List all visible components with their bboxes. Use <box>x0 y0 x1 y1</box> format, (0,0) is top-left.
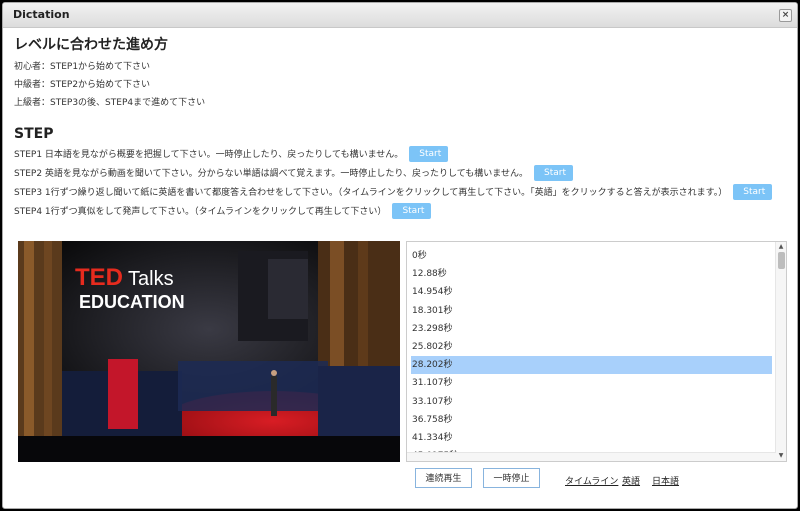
title-bar: Dictation × <box>3 3 797 28</box>
continuous-play-button[interactable]: 連続再生 <box>415 468 472 488</box>
timeline-item[interactable]: 36.758秒 <box>412 411 772 429</box>
level-beginner: 初心者：STEP1から始めて下さい <box>14 62 151 72</box>
pause-button[interactable]: 一時停止 <box>483 468 540 488</box>
scrollbar[interactable]: ▲ ▼ <box>775 242 786 461</box>
video-player[interactable]: TED Talks EDUCATION <box>18 241 400 462</box>
step-2: STEP2 英語を見ながら動画を聞いて下さい。分からない単語は調べて覚えます。一… <box>14 163 787 182</box>
timeline-item[interactable]: 18.301秒 <box>412 302 772 320</box>
scrollbar-thumb[interactable] <box>778 252 785 269</box>
dialog-title: Dictation <box>13 8 70 21</box>
level-advanced: 上級者：STEP3の後、STEP4まで進めて下さい <box>14 98 206 108</box>
step-heading: STEP <box>14 126 54 142</box>
timeline-item[interactable]: 41.334秒 <box>412 429 772 447</box>
step-4: STEP4 1行ずつ真似をして発声して下さい。（タイムラインをクリックして再生し… <box>14 201 787 220</box>
ted-logo-text: TED <box>75 264 123 291</box>
scroll-down-icon[interactable]: ▼ <box>777 452 785 460</box>
step-1: STEP1 日本語を見ながら概要を把握して下さい。一時停止したり、戻ったりしても… <box>14 144 787 163</box>
step-1-text: STEP1 日本語を見ながら概要を把握して下さい。一時停止したり、戻ったりしても… <box>14 150 404 160</box>
timeline-item[interactable]: 28.202秒 <box>411 356 772 375</box>
video-frame: TED Talks EDUCATION <box>18 241 400 462</box>
step-4-start-button[interactable]: Start <box>392 202 432 219</box>
step-1-start-button[interactable]: Start <box>409 145 449 162</box>
timeline-item[interactable]: 31.107秒 <box>412 374 772 392</box>
close-icon[interactable]: × <box>779 9 792 22</box>
timeline-item[interactable]: 14.954秒 <box>412 283 772 301</box>
timeline-link[interactable]: タイムライン <box>565 474 618 487</box>
scroll-up-icon[interactable]: ▲ <box>777 243 785 251</box>
step-3: STEP3 1行ずつ繰り返し聞いて紙に英語を書いて都度答え合わせをして下さい。（… <box>14 182 787 201</box>
step-2-text: STEP2 英語を見ながら動画を聞いて下さい。分からない単語は調べて覚えます。一… <box>14 169 529 179</box>
timeline-item[interactable]: 12.88秒 <box>412 265 772 283</box>
step-3-text: STEP3 1行ずつ繰り返し聞いて紙に英語を書いて都度答え合わせをして下さい。（… <box>14 188 728 198</box>
levels-heading: レベルに合わせた進め方 <box>14 37 168 53</box>
step-3-start-button[interactable]: Start <box>733 183 773 200</box>
step-4-text: STEP4 1行ずつ真似をして発声して下さい。（タイムラインをクリックして再生し… <box>14 207 387 217</box>
instructions: レベルに合わせた進め方 初心者：STEP1から始めて下さい 中級者：STEP2か… <box>14 34 787 220</box>
japanese-link[interactable]: 日本語 <box>652 474 679 487</box>
timeline-item[interactable]: 25.802秒 <box>412 338 772 356</box>
level-intermediate: 中級者：STEP2から始めて下さい <box>14 80 151 90</box>
timeline-item[interactable]: 33.107秒 <box>412 393 772 411</box>
talks-logo-text: Talks <box>128 268 174 290</box>
step-2-start-button[interactable]: Start <box>534 164 574 181</box>
dictation-dialog: Dictation × レベルに合わせた進め方 初心者：STEP1から始めて下さ… <box>2 2 798 509</box>
english-link[interactable]: 英語 <box>622 474 640 487</box>
timeline-item[interactable]: 0秒 <box>412 247 772 265</box>
timeline-item[interactable]: 23.298秒 <box>412 320 772 338</box>
timeline-list[interactable]: 0秒 12.88秒 14.954秒 18.301秒 23.298秒 25.802秒 28.2… <box>406 241 787 462</box>
education-logo-text: EDUCATION <box>79 292 185 312</box>
horizontal-scrollbar[interactable] <box>407 452 776 461</box>
